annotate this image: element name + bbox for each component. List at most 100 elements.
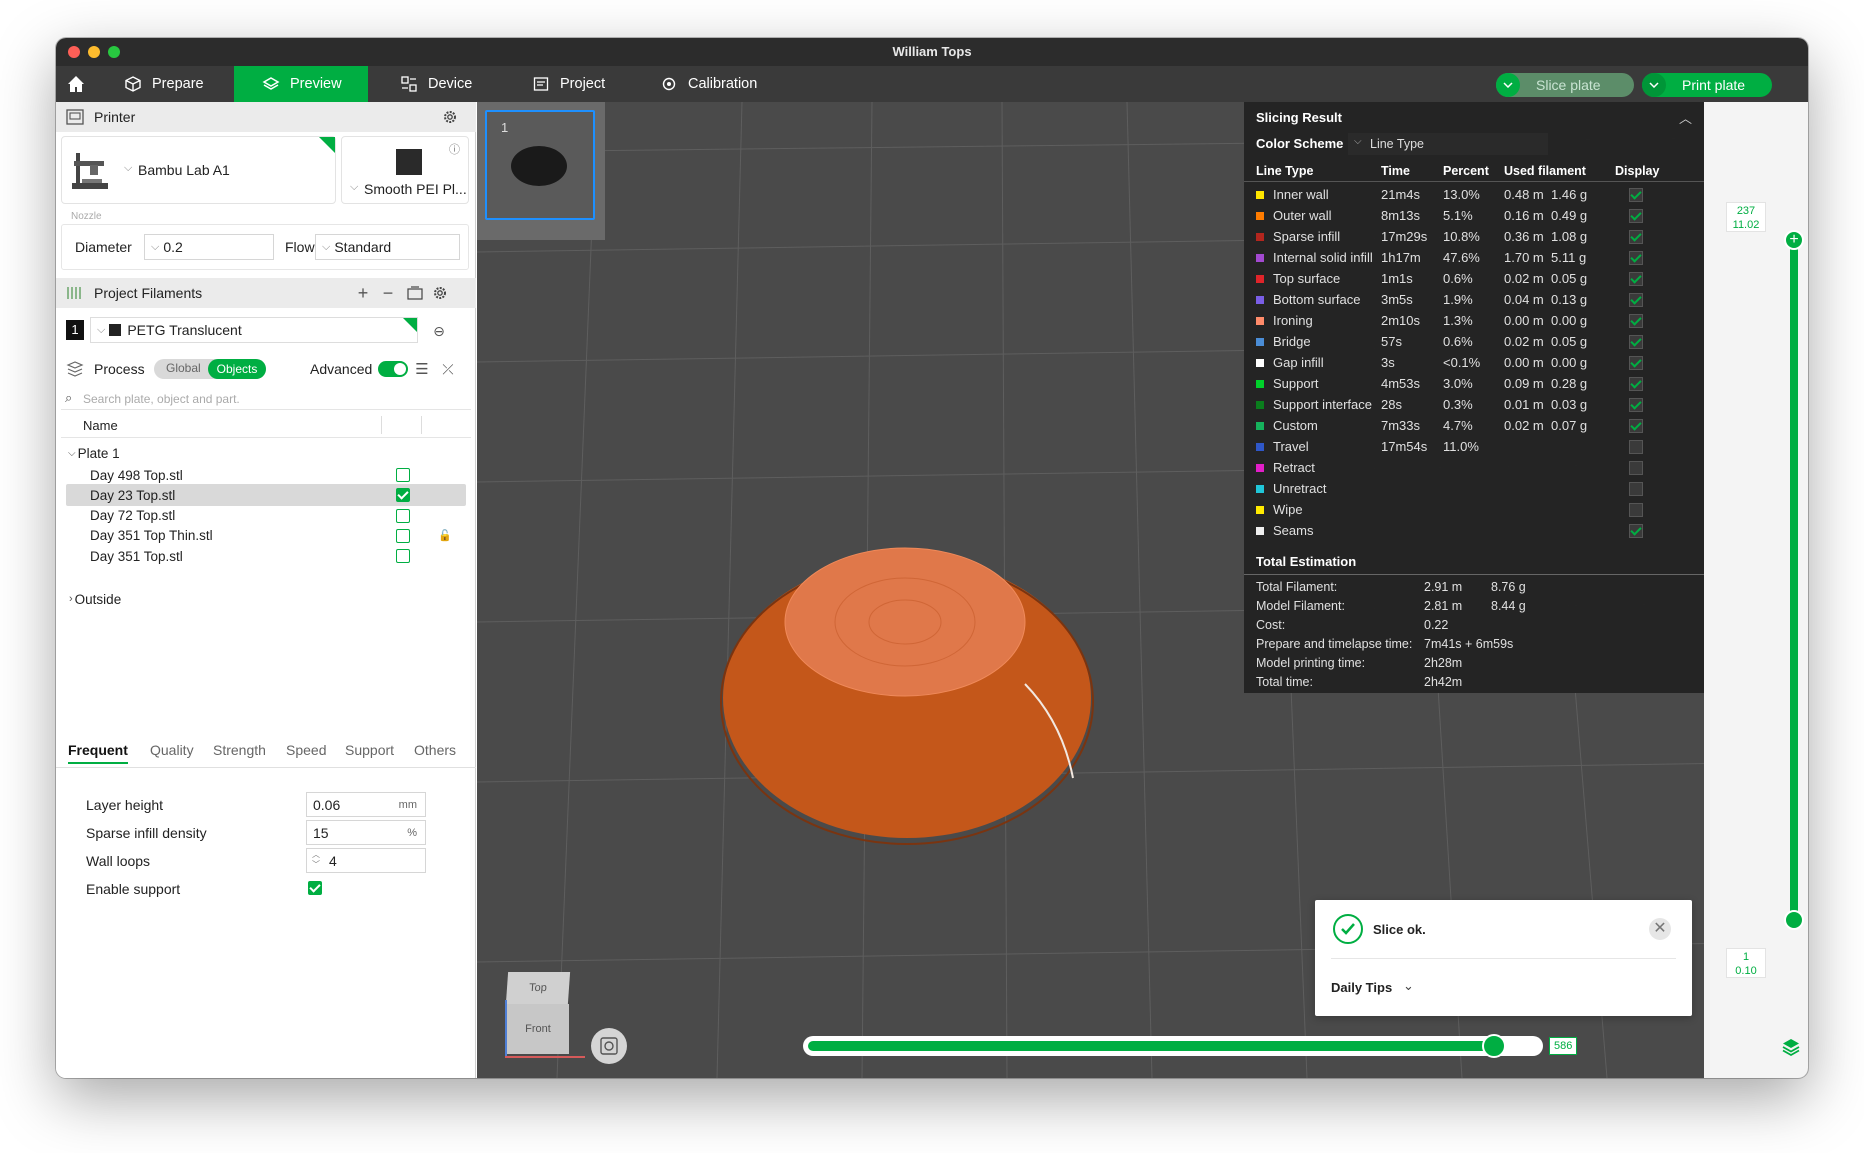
- tab-device[interactable]: Device: [386, 66, 496, 102]
- display-checkbox[interactable]: [1629, 209, 1643, 223]
- object-visibility-checkbox[interactable]: [396, 549, 410, 564]
- layer-slider-track[interactable]: [1790, 236, 1798, 916]
- scope-objects-option[interactable]: Objects: [208, 359, 266, 379]
- printed-model[interactable]: [720, 547, 1094, 845]
- print-plate-button[interactable]: Print plate: [1642, 73, 1772, 97]
- process-scope-toggle[interactable]: Global Objects: [154, 359, 266, 379]
- view-cube[interactable]: Top Front: [505, 972, 585, 1062]
- display-checkbox[interactable]: [1629, 461, 1643, 475]
- capture-view-button[interactable]: [591, 1028, 627, 1064]
- param-tab[interactable]: Strength: [213, 742, 266, 758]
- list-view-icon[interactable]: ☰: [413, 360, 431, 378]
- layers-view-icon[interactable]: [1780, 1036, 1802, 1063]
- param-tab[interactable]: Others: [414, 742, 456, 758]
- object-row[interactable]: Day 351 Top Thin.stl 🔓: [66, 525, 466, 547]
- object-row[interactable]: Day 498 Top.stl: [66, 464, 466, 486]
- view-cube-top[interactable]: Top: [505, 972, 571, 1004]
- line-type-m: 0.02 m: [1504, 418, 1544, 433]
- layer-slider-bottom-handle[interactable]: [1784, 910, 1804, 930]
- move-slider-handle[interactable]: [1482, 1034, 1507, 1058]
- line-type-time: 4m53s: [1381, 376, 1421, 391]
- slice-dropdown-icon[interactable]: [1496, 73, 1520, 97]
- line-type-type: Gap infill: [1273, 355, 1324, 370]
- compare-icon[interactable]: ⤫: [439, 360, 457, 378]
- print-dropdown-icon[interactable]: [1642, 73, 1666, 97]
- object-visibility-checkbox[interactable]: [396, 508, 410, 523]
- display-checkbox[interactable]: [1629, 440, 1643, 454]
- display-checkbox[interactable]: [1629, 314, 1643, 328]
- chevron-down-icon[interactable]: ⌄: [1403, 978, 1414, 994]
- plate-info-icon[interactable]: ⓘ: [449, 141, 460, 157]
- printer-selector[interactable]: ⌵ Bambu Lab A1: [61, 136, 336, 204]
- display-checkbox[interactable]: [1629, 188, 1643, 202]
- infill-density-input[interactable]: 15 %: [306, 820, 426, 845]
- display-checkbox[interactable]: [1629, 398, 1643, 412]
- display-checkbox[interactable]: [1629, 251, 1643, 265]
- param-tab[interactable]: Support: [345, 742, 394, 758]
- plate-tree-node[interactable]: ⌵ Plate 1: [66, 442, 466, 464]
- display-checkbox[interactable]: [1629, 419, 1643, 433]
- display-checkbox[interactable]: [1629, 482, 1643, 496]
- display-checkbox[interactable]: [1629, 356, 1643, 370]
- stepper-arrows-icon[interactable]: ︿ ﹀: [312, 850, 320, 870]
- move-slider[interactable]: [803, 1034, 1543, 1058]
- display-checkbox[interactable]: [1629, 335, 1643, 349]
- layer-slider-top-handle[interactable]: +: [1784, 230, 1804, 250]
- color-scheme-select[interactable]: ⌵ Line Type: [1348, 133, 1548, 155]
- filament-settings-gear-icon[interactable]: [431, 284, 449, 302]
- tab-preview[interactable]: Preview: [234, 66, 368, 102]
- object-row[interactable]: Day 23 Top.stl: [66, 484, 466, 507]
- object-row[interactable]: Day 351 Top.stl: [66, 545, 466, 567]
- tab-calibration[interactable]: Calibration: [646, 66, 776, 102]
- home-icon[interactable]: [66, 74, 86, 94]
- expand-chevron-icon[interactable]: ⌵: [68, 448, 76, 459]
- flow-select[interactable]: ⌵ Standard: [315, 234, 460, 260]
- outside-tree-node[interactable]: › Outside: [66, 588, 466, 610]
- tab-project[interactable]: Project: [518, 66, 628, 102]
- slice-plate-button[interactable]: Slice plate: [1496, 73, 1634, 97]
- plate-thumbnail[interactable]: 1: [485, 110, 595, 220]
- total-v1: 7m41s + 6m59s: [1424, 637, 1514, 651]
- scope-global-option[interactable]: Global: [166, 361, 201, 375]
- add-filament-icon[interactable]: +: [354, 283, 372, 303]
- printer-settings-gear-icon[interactable]: [441, 108, 459, 126]
- object-visibility-checkbox[interactable]: [396, 488, 410, 503]
- plate-type-selector[interactable]: ⓘ ⌵ Smooth PEI Pl...: [341, 136, 469, 204]
- line-type-time: 7m33s: [1381, 418, 1421, 433]
- display-checkbox[interactable]: [1629, 503, 1643, 517]
- wall-loops-stepper[interactable]: ︿ ﹀ 4: [306, 848, 426, 873]
- close-toast-icon[interactable]: ✕: [1649, 918, 1671, 940]
- layer-height-input[interactable]: 0.06 mm: [306, 792, 426, 817]
- param-tab[interactable]: Quality: [150, 742, 194, 758]
- unlock-icon[interactable]: 🔓: [438, 529, 452, 542]
- line-type-row: Gap infill 3s <0.1% 0.00 m 0.00 g: [1244, 352, 1704, 373]
- advanced-toggle[interactable]: [378, 361, 408, 377]
- remove-filament-icon[interactable]: −: [379, 283, 397, 303]
- display-checkbox[interactable]: [1629, 524, 1643, 538]
- search-input[interactable]: Search plate, object and part.: [83, 392, 240, 406]
- filament-select[interactable]: ⌵ PETG Translucent: [90, 317, 418, 343]
- param-tab[interactable]: Speed: [286, 742, 326, 758]
- diameter-select[interactable]: ⌵ 0.2: [144, 234, 274, 260]
- filament-more-icon[interactable]: ⊖: [430, 322, 448, 340]
- param-tab[interactable]: Frequent: [68, 742, 128, 764]
- line-type-m: 0.04 m: [1504, 292, 1544, 307]
- object-visibility-checkbox[interactable]: [396, 468, 410, 482]
- sync-filament-icon[interactable]: [406, 284, 424, 302]
- line-type-row: Top surface 1m1s 0.6% 0.02 m 0.05 g: [1244, 268, 1704, 289]
- display-checkbox[interactable]: [1629, 293, 1643, 307]
- enable-support-checkbox[interactable]: [308, 881, 322, 895]
- daily-tips-toggle[interactable]: Daily Tips: [1331, 980, 1392, 995]
- display-checkbox[interactable]: [1629, 230, 1643, 244]
- object-search[interactable]: ⌕ Search plate, object and part.: [61, 388, 471, 410]
- object-visibility-checkbox[interactable]: [396, 528, 410, 543]
- display-checkbox[interactable]: [1629, 272, 1643, 286]
- collapse-panel-icon[interactable]: ︿: [1679, 108, 1692, 127]
- zoom-window-button[interactable]: [108, 46, 120, 58]
- object-row[interactable]: Day 72 Top.stl: [66, 505, 466, 527]
- view-cube-front[interactable]: Front: [507, 1004, 569, 1054]
- close-window-button[interactable]: [68, 46, 80, 58]
- minimize-window-button[interactable]: [88, 46, 100, 58]
- display-checkbox[interactable]: [1629, 377, 1643, 391]
- collapse-chevron-icon[interactable]: ›: [69, 593, 73, 605]
